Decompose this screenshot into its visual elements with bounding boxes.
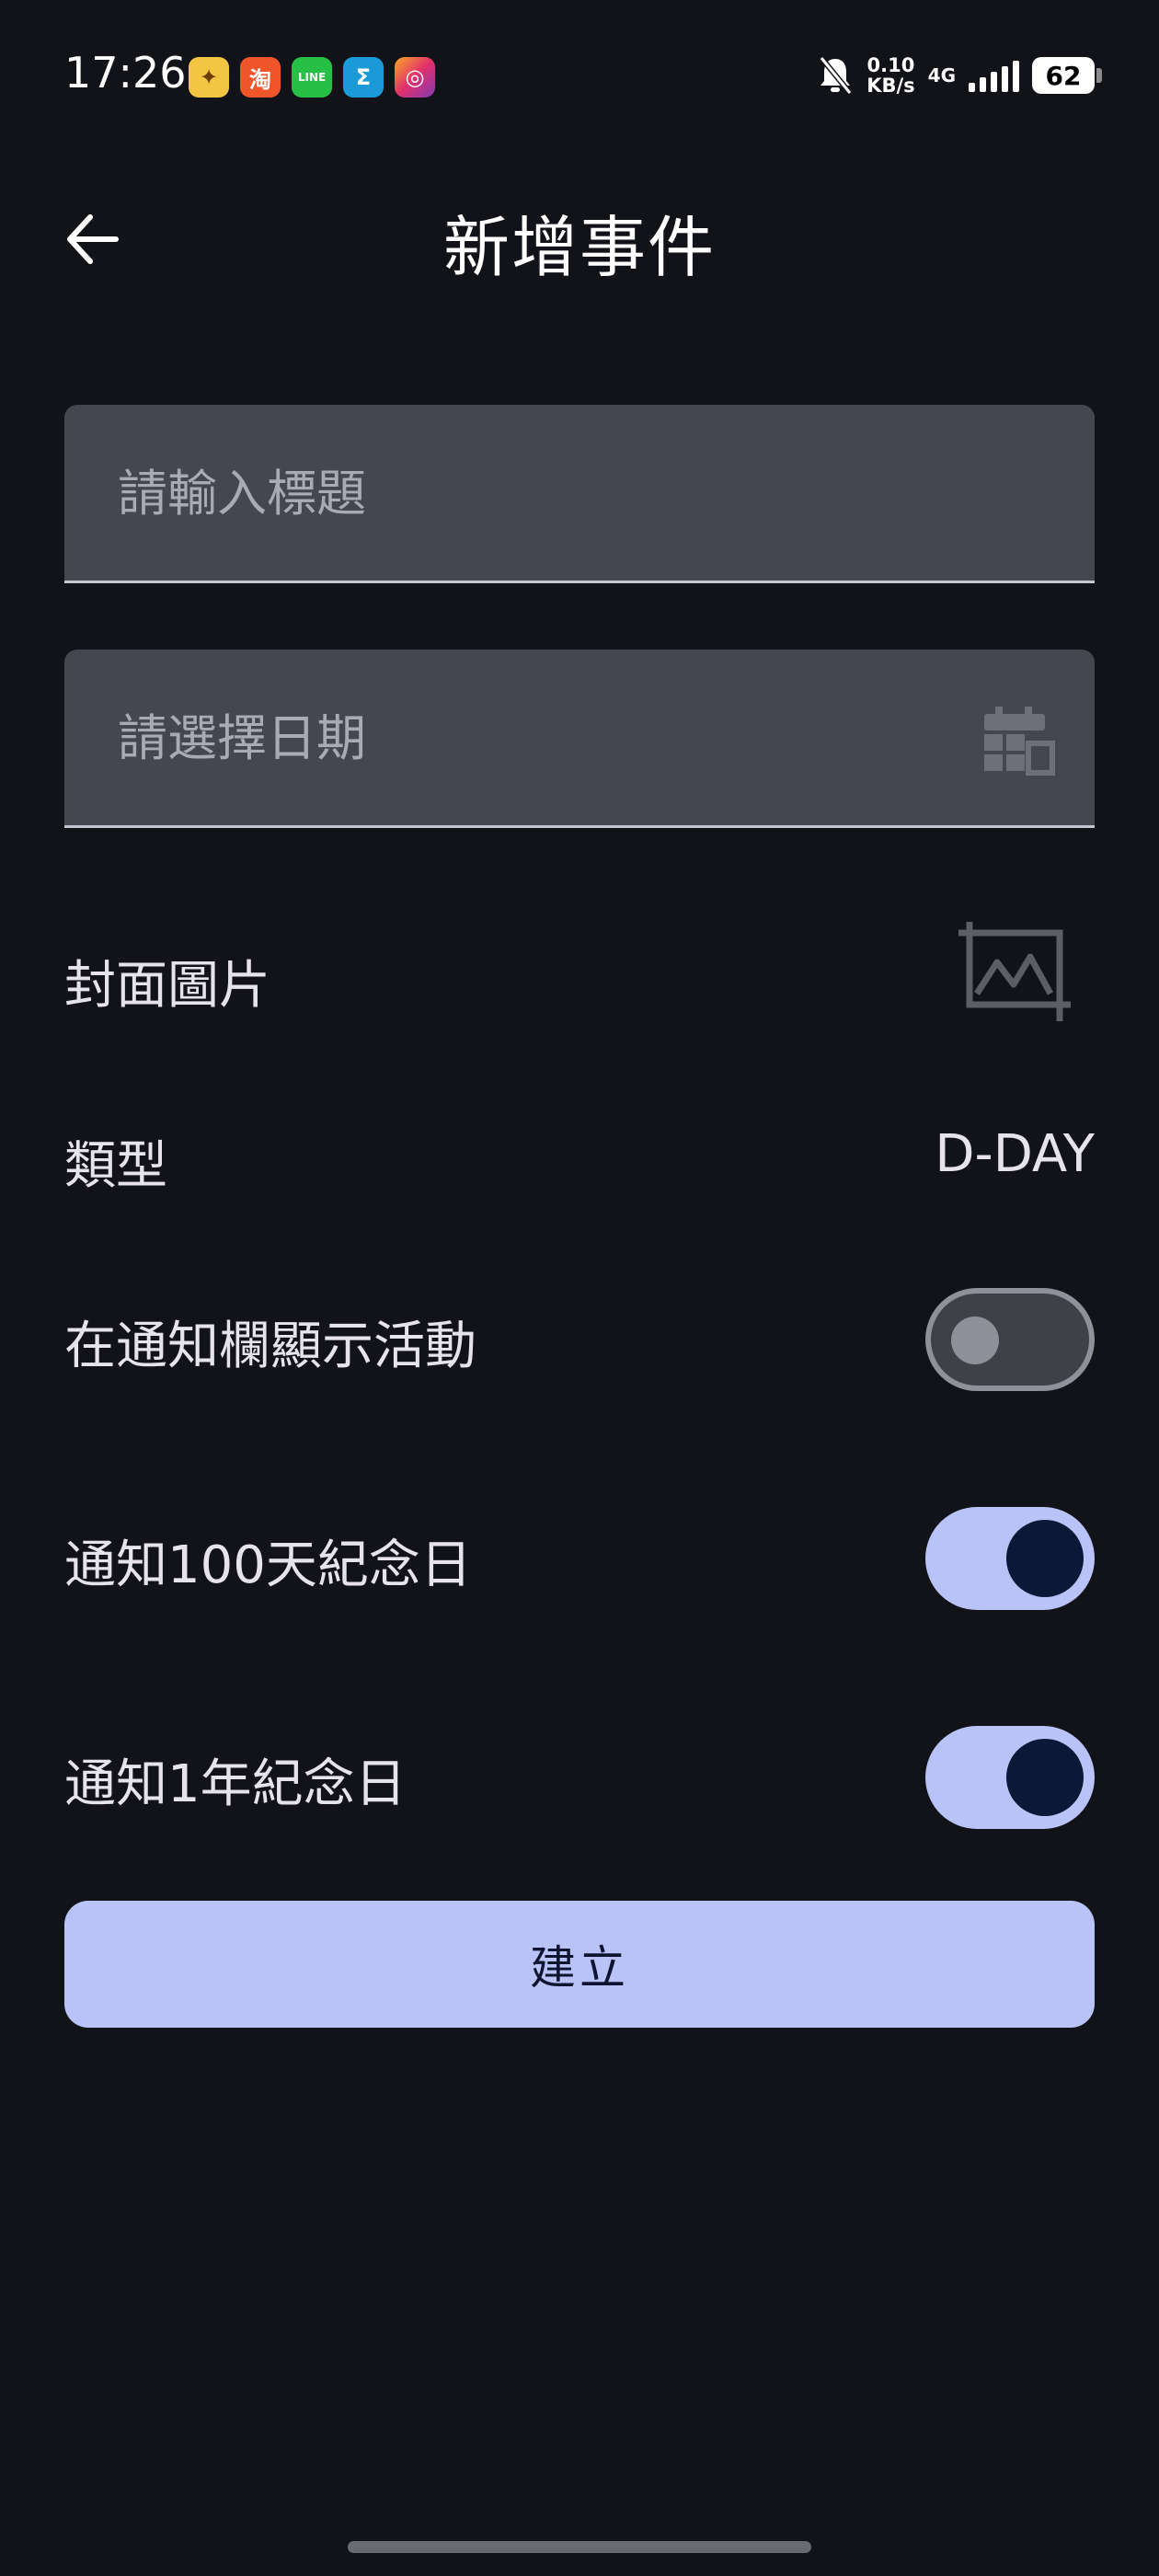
- taobao-icon: 淘: [240, 57, 281, 98]
- notify-bar-label: 在通知欄顯示活動: [64, 1317, 476, 1376]
- home-indicator[interactable]: [348, 2541, 811, 2553]
- date-placeholder: 請選擇日期: [118, 709, 366, 767]
- status-bar: 17:26 ✦ 淘 LINE Σ ◎ 0.10 KB/s 4G 62: [0, 0, 1159, 156]
- notify-100-days-toggle[interactable]: [925, 1507, 1095, 1610]
- speed-value: 0.10: [866, 54, 915, 76]
- page-title: 新增事件: [442, 209, 716, 286]
- status-time: 17:26: [64, 48, 187, 98]
- add-image-icon[interactable]: [957, 920, 1076, 1023]
- notify-1-year-toggle[interactable]: [925, 1726, 1095, 1829]
- date-input[interactable]: 請選擇日期: [64, 650, 1095, 828]
- type-value[interactable]: D-DAY: [935, 1124, 1095, 1184]
- sigma-app-icon: Σ: [343, 57, 384, 98]
- create-button[interactable]: 建立: [64, 1901, 1095, 2028]
- signal-icon: [969, 59, 1019, 92]
- notify-1-year-label: 通知1年紀念日: [64, 1754, 407, 1814]
- toggle-knob: [1006, 1520, 1084, 1597]
- notify-bar-toggle[interactable]: [925, 1288, 1095, 1391]
- line-icon: LINE: [292, 57, 332, 98]
- cover-image-label: 封面圖片: [64, 956, 270, 1016]
- title-input[interactable]: 請輸入標題: [64, 405, 1095, 583]
- speed-unit: KB/s: [866, 75, 915, 97]
- calendar-icon[interactable]: [982, 707, 1056, 776]
- type-label: 類型: [64, 1136, 167, 1196]
- toggle-knob: [1006, 1739, 1084, 1816]
- network-speed: 0.10 KB/s: [866, 55, 914, 96]
- network-type: 4G: [927, 64, 956, 86]
- notification-icons: ✦ 淘 LINE Σ ◎: [189, 57, 435, 98]
- toggle-knob: [951, 1317, 999, 1364]
- notify-100-days-label: 通知100天紀念日: [64, 1535, 472, 1595]
- status-indicators: 0.10 KB/s 4G 62: [817, 55, 1102, 96]
- instagram-icon: ◎: [395, 57, 435, 98]
- bell-off-icon: [819, 56, 853, 95]
- battery-icon: 62: [1032, 57, 1102, 94]
- battery-level: 62: [1045, 60, 1082, 91]
- news-app-icon: ✦: [189, 57, 229, 98]
- title-placeholder: 請輸入標題: [118, 465, 366, 523]
